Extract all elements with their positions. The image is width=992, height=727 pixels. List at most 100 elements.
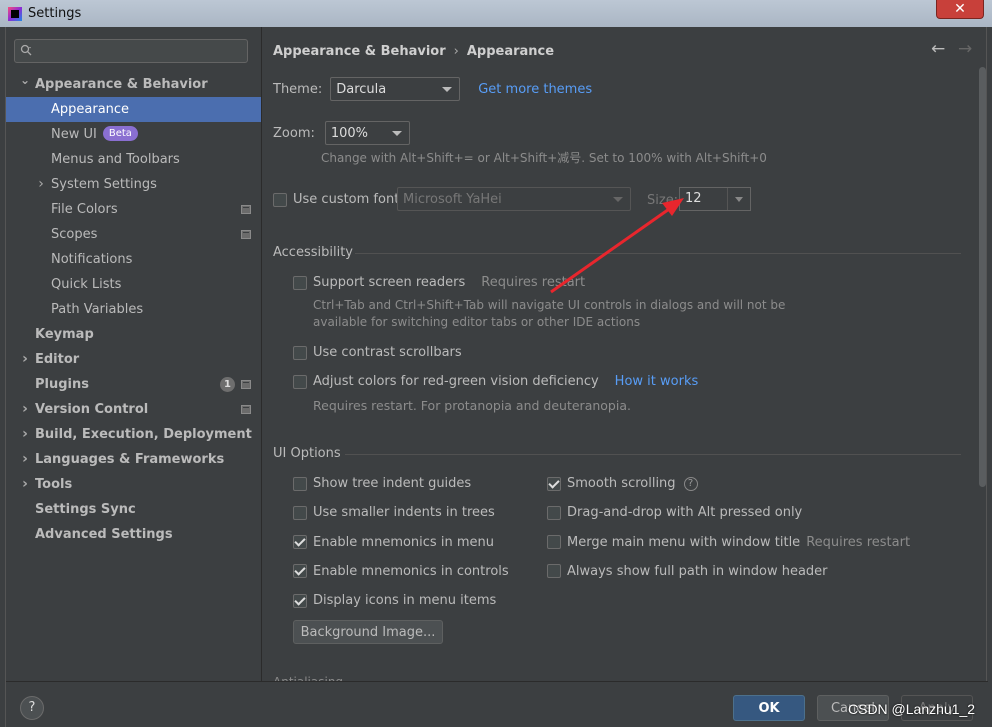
chevron-right-icon[interactable]: ›	[19, 447, 31, 472]
merge-main-menu-with-window-title-checkbox[interactable]	[547, 535, 561, 550]
background-image-button[interactable]: Background Image...	[293, 620, 443, 644]
sidebar-item-quick-lists[interactable]: Quick Lists	[6, 272, 261, 297]
chevron-down-icon[interactable]: ⌄	[19, 68, 31, 93]
forward-arrow-icon[interactable]: →	[958, 39, 972, 59]
sidebar-item-version-control[interactable]: › Version Control	[6, 397, 261, 422]
drag-and-drop-with-alt-pressed-only-label[interactable]: Drag-and-drop with Alt pressed only	[567, 505, 802, 520]
window-title: Settings	[28, 6, 82, 21]
contrast-scrollbars-label[interactable]: Use contrast scrollbars	[313, 345, 462, 360]
sidebar-item-new-ui[interactable]: New UI Beta	[6, 122, 261, 147]
show-tree-indent-guides-label[interactable]: Show tree indent guides	[313, 476, 471, 491]
sidebar-item-system-settings[interactable]: › System Settings	[6, 172, 261, 197]
zoom-value: 100%	[330, 125, 369, 141]
custom-font-checkbox[interactable]	[273, 192, 287, 207]
color-deficiency-label[interactable]: Adjust colors for red-green vision defic…	[313, 374, 599, 389]
custom-font-label[interactable]: Use custom font:	[293, 192, 404, 207]
theme-dropdown[interactable]: Darcula	[330, 77, 461, 101]
window-titlebar: Settings ✕	[0, 0, 992, 27]
display-icons-in-menu-items-checkbox[interactable]	[293, 593, 307, 608]
sidebar-item-settings-sync[interactable]: Settings Sync	[6, 497, 261, 522]
use-smaller-indents-in-trees-label[interactable]: Use smaller indents in trees	[313, 505, 495, 520]
smooth-scrolling-row: Smooth scrolling?	[547, 476, 698, 491]
settings-search-box[interactable]	[14, 39, 248, 63]
get-more-themes-link[interactable]: Get more themes	[478, 82, 592, 97]
display-icons-in-menu-items-row: Display icons in menu items	[293, 593, 496, 608]
color-deficiency-checkbox[interactable]	[293, 374, 307, 389]
sidebar-item-languages-frameworks[interactable]: › Languages & Frameworks	[6, 447, 261, 472]
always-show-full-path-in-window-header-row: Always show full path in window header	[547, 564, 828, 579]
accessibility-divider	[355, 253, 961, 254]
sidebar-item-advanced-settings[interactable]: Advanced Settings	[6, 522, 261, 547]
sidebar-item-editor[interactable]: › Editor	[6, 347, 261, 372]
merge-main-menu-with-window-title-label[interactable]: Merge main menu with window title	[567, 535, 800, 550]
sidebar-item-path-variables[interactable]: Path Variables	[6, 297, 261, 322]
drag-and-drop-with-alt-pressed-only-checkbox[interactable]	[547, 505, 561, 520]
merge-main-menu-with-window-title-row: Merge main menu with window title Require…	[547, 535, 910, 550]
sidebar-item-text: New UI	[51, 127, 97, 142]
show-tree-indent-guides-checkbox[interactable]	[293, 476, 307, 491]
smooth-scrolling-checkbox[interactable]	[547, 476, 561, 491]
help-question-icon[interactable]: ?	[683, 476, 698, 491]
sidebar-item-menus-and-toolbars[interactable]: Menus and Toolbars	[6, 147, 261, 172]
enable-mnemonics-in-controls-row: Enable mnemonics in controls	[293, 564, 509, 579]
enable-mnemonics-in-controls-label[interactable]: Enable mnemonics in controls	[313, 564, 509, 579]
sidebar-item-keymap[interactable]: Keymap	[6, 322, 261, 347]
screen-readers-label[interactable]: Support screen readers	[313, 275, 465, 290]
sidebar-item-plugins[interactable]: Plugins 1	[6, 372, 261, 397]
chevron-right-icon[interactable]: ›	[19, 347, 31, 372]
sidebar-item-text: Plugins	[35, 377, 89, 392]
sidebar-item-text: Appearance & Behavior	[35, 77, 208, 92]
sidebar-item-text: Menus and Toolbars	[51, 152, 180, 167]
chevron-right-icon[interactable]: ›	[19, 397, 31, 422]
screen-readers-checkbox[interactable]	[293, 275, 307, 290]
chevron-right-icon[interactable]: ›	[35, 172, 47, 197]
enable-mnemonics-in-controls-checkbox[interactable]	[293, 564, 307, 579]
enable-mnemonics-in-menu-checkbox[interactable]	[293, 535, 307, 550]
sidebar-item-label: Scopes	[51, 222, 97, 247]
chevron-right-icon[interactable]: ›	[19, 422, 31, 447]
theme-value: Darcula	[336, 81, 387, 97]
help-button[interactable]: ?	[20, 696, 44, 720]
back-arrow-icon[interactable]: ←	[931, 39, 945, 59]
how-it-works-link[interactable]: How it works	[615, 374, 699, 389]
settings-tree: ⌄ Appearance & Behavior Appearance New UI Be…	[6, 72, 261, 547]
project-level-icon	[241, 380, 251, 389]
sidebar-item-text: Path Variables	[51, 302, 144, 317]
sidebar-item-label: Build, Execution, Deployment	[35, 422, 252, 447]
use-smaller-indents-in-trees-checkbox[interactable]	[293, 505, 307, 520]
accessibility-section-title: Accessibility	[273, 245, 353, 260]
intellij-app-icon	[8, 6, 22, 21]
sidebar-item-text: Editor	[35, 352, 80, 367]
sidebar-item-text: File Colors	[51, 202, 118, 217]
beta-badge: Beta	[102, 126, 138, 141]
chevron-down-icon[interactable]	[728, 197, 750, 202]
sidebar-item-appearance-behavior[interactable]: ⌄ Appearance & Behavior	[6, 72, 261, 97]
sidebar-item-notifications[interactable]: Notifications	[6, 247, 261, 272]
window-close-button[interactable]: ✕	[936, 0, 984, 19]
enable-mnemonics-in-menu-label[interactable]: Enable mnemonics in menu	[313, 535, 494, 550]
sidebar-item-build-execution-deployment[interactable]: › Build, Execution, Deployment	[6, 422, 261, 447]
sidebar-item-file-colors[interactable]: File Colors	[6, 197, 261, 222]
settings-main-panel: Appearance & Behavior › Appearance ← → The…	[263, 27, 988, 681]
contrast-scrollbars-row: Use contrast scrollbars	[293, 345, 462, 360]
main-scrollbar[interactable]	[979, 67, 986, 487]
font-size-value[interactable]: 12	[680, 188, 728, 210]
sidebar-item-text: Notifications	[51, 252, 133, 267]
sidebar-item-label: Plugins	[35, 372, 89, 397]
display-icons-in-menu-items-label[interactable]: Display icons in menu items	[313, 593, 496, 608]
sidebar-item-appearance[interactable]: Appearance	[6, 97, 261, 122]
breadcrumb-parent[interactable]: Appearance & Behavior	[273, 44, 446, 59]
always-show-full-path-in-window-header-checkbox[interactable]	[547, 564, 561, 579]
chevron-right-icon[interactable]: ›	[19, 472, 31, 497]
ok-button[interactable]: OK	[733, 695, 805, 721]
custom-font-dropdown[interactable]: Microsoft YaHei	[397, 187, 631, 211]
smooth-scrolling-label[interactable]: Smooth scrolling	[567, 476, 676, 491]
always-show-full-path-in-window-header-label[interactable]: Always show full path in window header	[567, 564, 828, 579]
sidebar-item-tools[interactable]: › Tools	[6, 472, 261, 497]
font-size-combo[interactable]: 12	[679, 187, 751, 211]
project-level-icon	[241, 405, 251, 414]
settings-search-input[interactable]	[37, 42, 242, 60]
contrast-scrollbars-checkbox[interactable]	[293, 345, 307, 360]
sidebar-item-scopes[interactable]: Scopes	[6, 222, 261, 247]
zoom-dropdown[interactable]: 100%	[324, 121, 410, 145]
